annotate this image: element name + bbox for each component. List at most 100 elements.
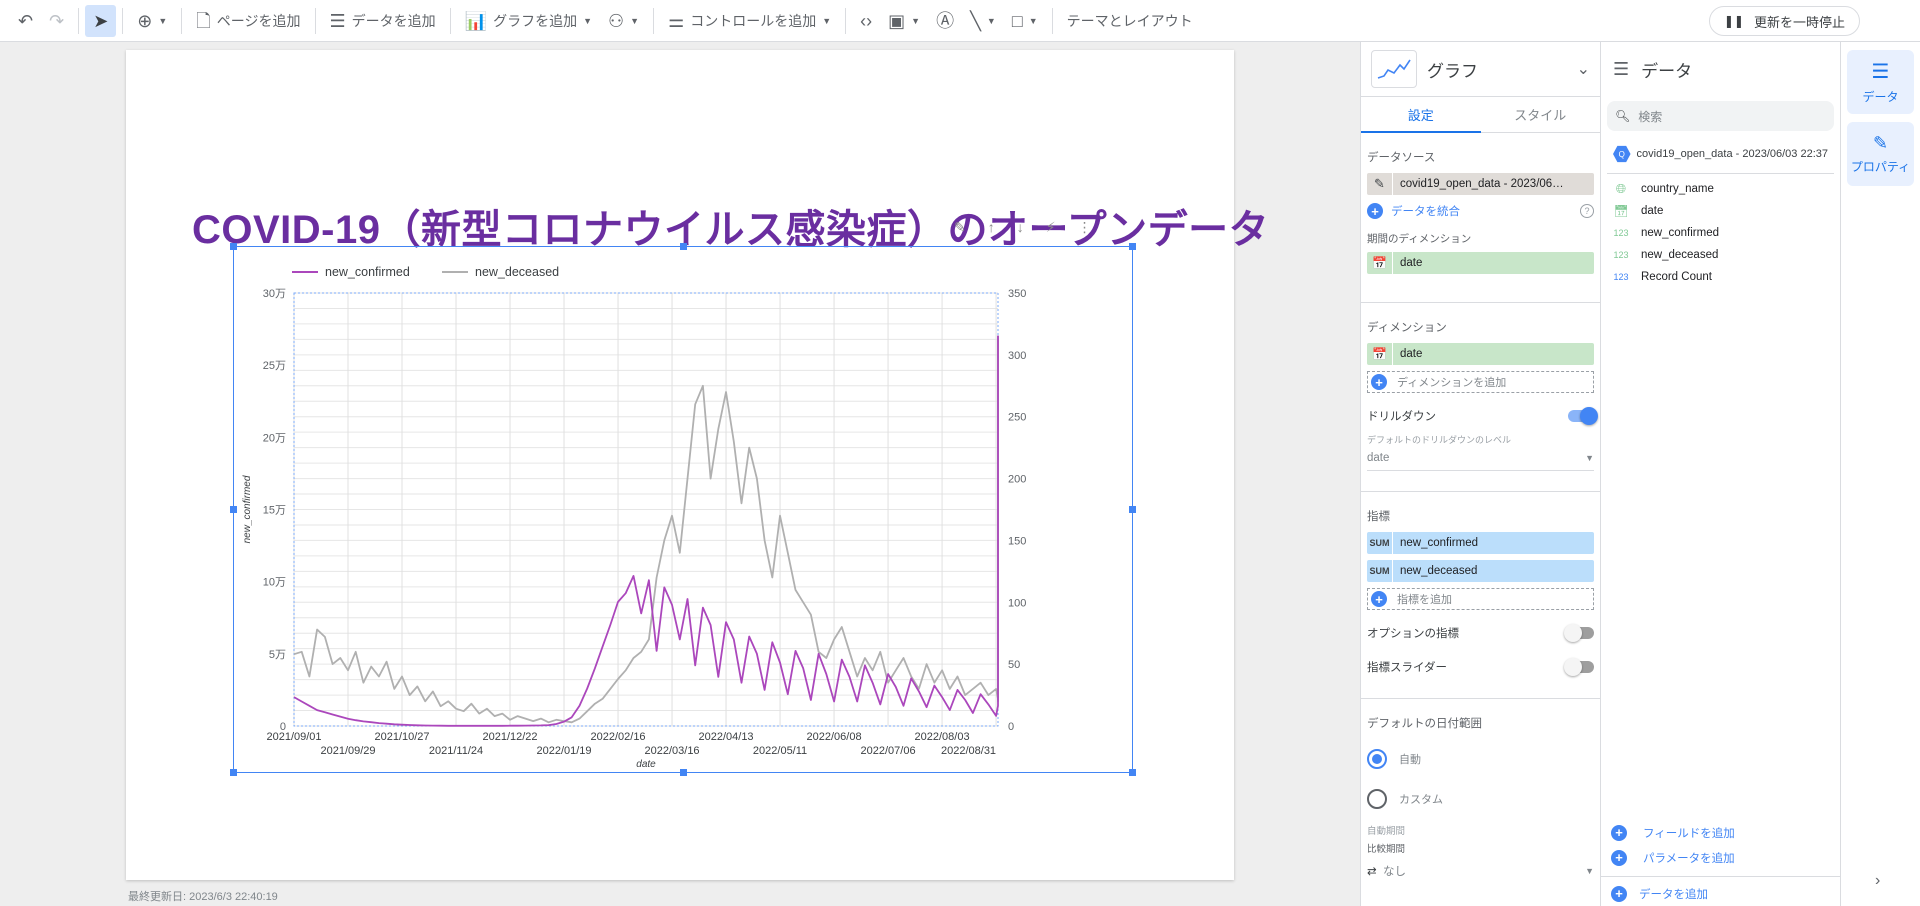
y-tick-label: 30万: [263, 288, 286, 300]
compare-period-select[interactable]: ⇄ なし ▼: [1367, 859, 1594, 885]
undo-button[interactable]: ↶: [10, 5, 41, 37]
dimension-label: ディメンション: [1367, 322, 1447, 334]
y2-tick-label: 0: [1008, 721, 1014, 733]
compare-arrows-icon: ⇄: [1367, 866, 1377, 878]
field-search-input[interactable]: 🔍︎ 検索: [1607, 101, 1834, 131]
radio-auto[interactable]: [1367, 749, 1387, 769]
period-dimension-chip[interactable]: 📅 date: [1367, 252, 1594, 274]
drilldown-toggle[interactable]: [1568, 407, 1598, 425]
help-icon[interactable]: ?: [1580, 204, 1594, 218]
add-parameter-button[interactable]: + パラメータを追加: [1601, 845, 1840, 870]
toolbar-divider: [1051, 7, 1053, 34]
code-icon: ‹›: [860, 10, 873, 31]
zoom-button[interactable]: ⊕ ▼: [129, 5, 175, 37]
metric-chip[interactable]: SUM new_confirmed: [1367, 532, 1594, 554]
add-circle-icon: +: [1611, 849, 1627, 866]
metric-label: 指標: [1367, 511, 1390, 523]
bigquery-icon: Q: [1613, 145, 1631, 163]
add-page-button[interactable]: 🗋 ページを追加: [188, 5, 308, 37]
text-box-button[interactable]: Ⓐ: [928, 5, 962, 37]
x-tick-label: 2022/07/06: [861, 745, 916, 757]
field-item[interactable]: 🌐︎ country_name: [1601, 178, 1840, 200]
sort-descending-icon[interactable]: ↓: [1017, 219, 1024, 235]
redo-button[interactable]: ↷: [41, 5, 72, 37]
add-metric-button[interactable]: + 指標を追加: [1367, 588, 1594, 610]
line-chart-icon: [1371, 50, 1417, 88]
y2-tick-label: 200: [1008, 474, 1026, 486]
chevron-down-icon[interactable]: ⌄: [1577, 59, 1590, 79]
auto-period-label: 自動期間: [1367, 826, 1406, 837]
dimension-chip[interactable]: 📅 date: [1367, 343, 1594, 365]
edit-icon[interactable]: ✎: [954, 219, 966, 236]
time-series-chart[interactable]: 0 5万 10万 15万 20万 25万 30万 0 50 100 150 200 250 300 350 2…: [230, 243, 1136, 776]
line-button[interactable]: ╲ ▼: [962, 5, 1004, 37]
caret-down-icon: ▼: [158, 15, 168, 26]
data-source-section: データソース ✎ covid19_open_data - 2023/06… + …: [1361, 133, 1600, 303]
y-tick-label: 25万: [263, 360, 286, 372]
legend-label: new_deceased: [475, 265, 559, 279]
date-range-custom-option[interactable]: カスタム: [1367, 779, 1594, 819]
select-tool-button[interactable]: ➤: [85, 4, 117, 37]
tab-style[interactable]: スタイル: [1481, 97, 1601, 132]
chevron-right-icon[interactable]: ›: [1875, 872, 1880, 890]
y-tick-label: 20万: [263, 432, 286, 444]
add-dimension-button[interactable]: + ディメンションを追加: [1367, 371, 1594, 393]
add-control-button[interactable]: ⚌ コントロールを追加 ▼: [660, 5, 839, 37]
add-data-button[interactable]: ☰ データを追加: [322, 5, 444, 37]
community-viz-icon: ⚇: [608, 10, 625, 31]
add-control-icon: ⚌: [668, 10, 685, 31]
image-icon: ▣: [888, 10, 906, 31]
x-axis-title: date: [636, 759, 656, 770]
optional-metrics-toggle[interactable]: [1564, 624, 1594, 642]
drilldown-level-select[interactable]: date ▼: [1367, 448, 1594, 471]
sort-ascending-icon[interactable]: ↑: [988, 219, 995, 235]
field-item[interactable]: 123 new_deceased: [1601, 244, 1840, 266]
shape-button[interactable]: □ ▼: [1004, 5, 1046, 37]
calendar-icon: 📅: [1367, 343, 1393, 365]
y2-tick-label: 250: [1008, 412, 1026, 424]
toolbar-divider: [845, 7, 847, 34]
metric-chip[interactable]: SUM new_deceased: [1367, 560, 1594, 582]
data-source-chip[interactable]: ✎ covid19_open_data - 2023/06…: [1367, 173, 1594, 195]
add-chart-button[interactable]: 📊 グラフを追加 ▼: [457, 5, 600, 37]
number-icon: 123: [1613, 272, 1629, 282]
more-options-icon[interactable]: ⋮: [1078, 219, 1092, 236]
rail-data-button[interactable]: ☰ データ: [1847, 50, 1914, 114]
radio-custom[interactable]: [1367, 789, 1387, 809]
properties-tabs: 設定 スタイル: [1361, 97, 1600, 133]
caret-down-icon: ▼: [1028, 15, 1038, 26]
pause-update-button[interactable]: ❚❚ 更新を一時停止: [1708, 6, 1860, 36]
chart-type-selector[interactable]: グラフ ⌄: [1361, 42, 1600, 97]
x-tick-label: 2021/09/29: [320, 745, 375, 757]
metric-slider-toggle[interactable]: [1564, 658, 1594, 676]
caret-down-icon: ▼: [630, 15, 640, 26]
theme-layout-button[interactable]: テーマとレイアウト: [1059, 5, 1201, 37]
toolbar: ↶ ↷ ➤ ⊕ ▼ 🗋 ページを追加 ☰ データを追加 📊 グラフを追加 ▼ ⚇ ▼ ⚌ コン…: [0, 0, 1920, 42]
data-source-row[interactable]: Q covid19_open_data - 2023/06/03 22:37: [1607, 131, 1834, 174]
properties-panel: グラフ ⌄ 設定 スタイル データソース ✎ covid19_open_data…: [1360, 42, 1601, 906]
pencil-icon[interactable]: ✎: [1367, 173, 1393, 195]
x-tick-label: 2022/06/08: [807, 731, 862, 743]
toolbar-divider: [181, 7, 183, 34]
date-range-auto-option[interactable]: 自動: [1367, 739, 1594, 779]
blend-data-link[interactable]: + データを統合 ?: [1367, 201, 1594, 221]
explore-icon[interactable]: ⚡: [1046, 219, 1056, 236]
add-field-button[interactable]: + フィールドを追加: [1601, 820, 1840, 845]
image-button[interactable]: ▣ ▼: [880, 5, 928, 37]
data-panel: ☰ データ 🔍︎ 検索 Q covid19_open_data - 2023/0…: [1601, 42, 1841, 906]
tab-setup[interactable]: 設定: [1361, 97, 1481, 133]
community-viz-button[interactable]: ⚇ ▼: [600, 5, 647, 37]
field-item[interactable]: 123 Record Count: [1601, 266, 1840, 288]
x-tick-label: 2022/08/31: [941, 745, 996, 757]
toolbar-divider: [122, 7, 124, 34]
add-circle-icon: +: [1371, 374, 1387, 390]
x-tick-label: 2022/01/19: [536, 745, 591, 757]
add-page-icon: 🗋: [196, 10, 211, 31]
field-item[interactable]: 123 new_confirmed: [1601, 222, 1840, 244]
y-tick-label: 5万: [269, 649, 286, 661]
embed-code-button[interactable]: ‹›: [852, 5, 880, 37]
rail-properties-button[interactable]: ✎ プロパティ: [1847, 122, 1914, 186]
add-data-link[interactable]: + データを追加: [1601, 881, 1840, 906]
cursor-icon: ➤: [93, 10, 109, 31]
field-item[interactable]: 📅︎ date: [1601, 200, 1840, 222]
